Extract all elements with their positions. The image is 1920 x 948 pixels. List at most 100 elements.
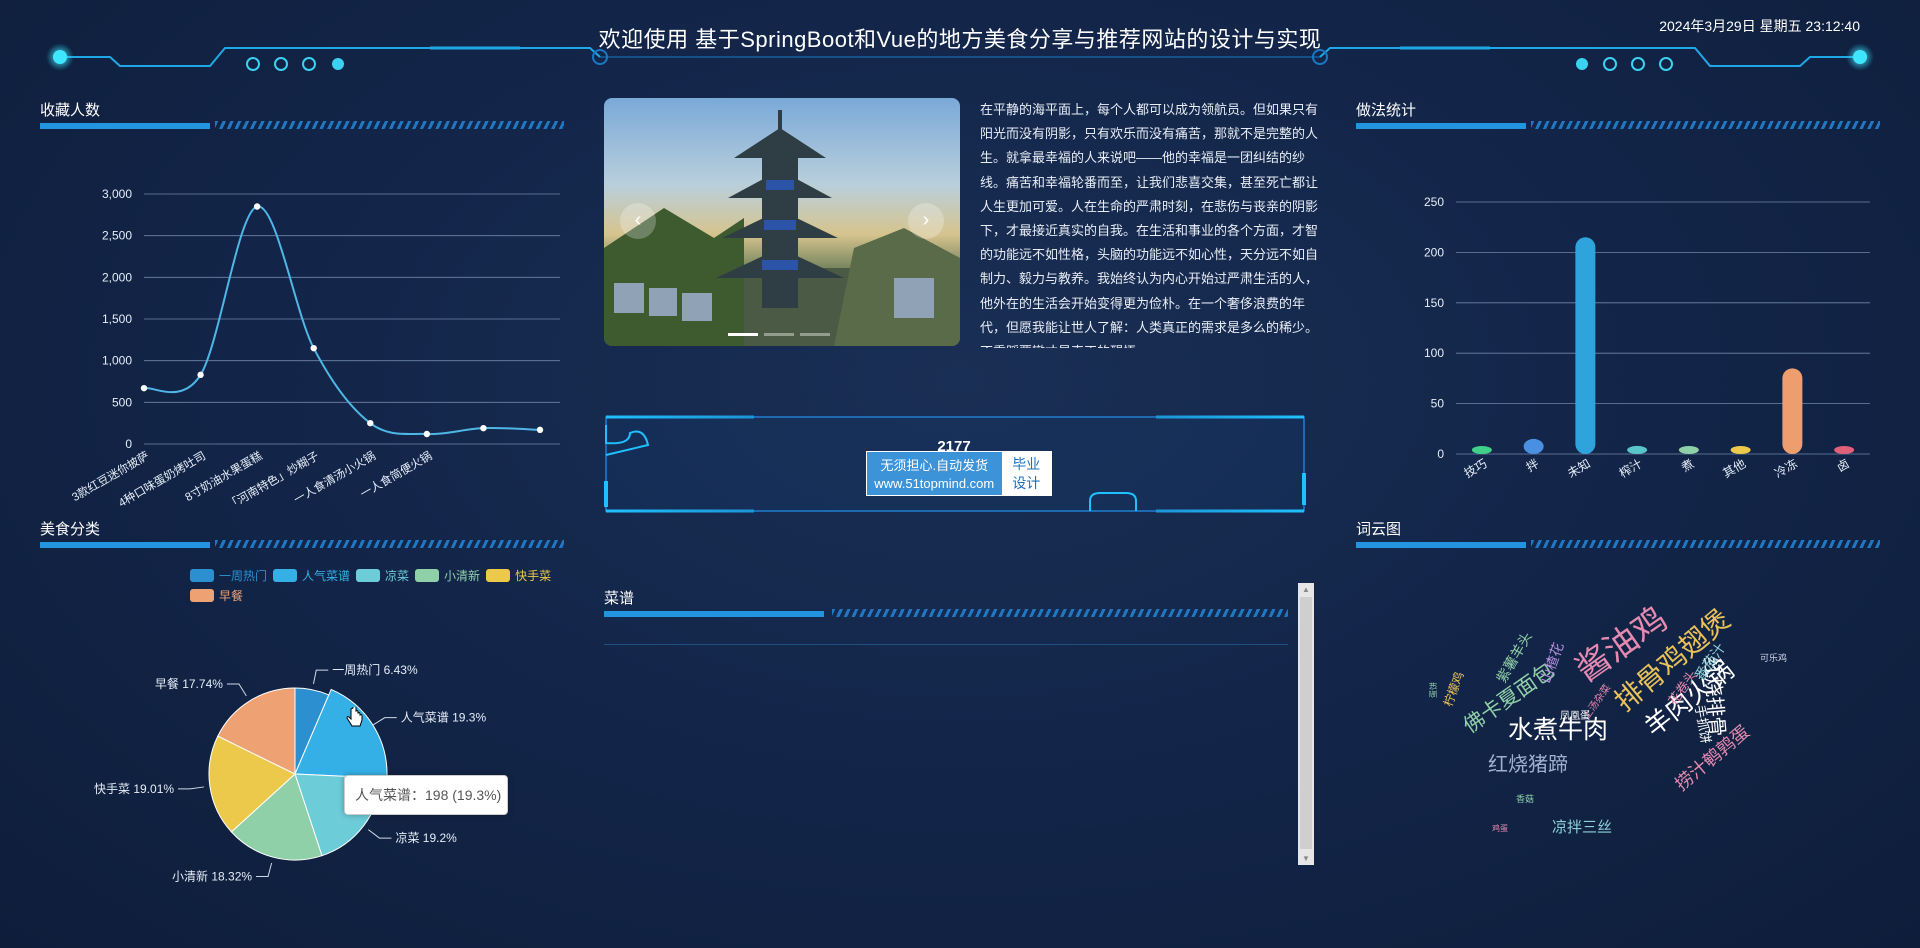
- legend-label: 快手菜: [515, 568, 552, 583]
- x-tick-label: 榨汁: [1616, 456, 1644, 480]
- bar[interactable]: [1782, 368, 1803, 454]
- bar[interactable]: [1575, 237, 1596, 454]
- data-point[interactable]: [480, 424, 487, 432]
- legend-item[interactable]: 人气菜谱: [273, 566, 350, 584]
- bar[interactable]: [1678, 446, 1699, 454]
- carousel-dot-3[interactable]: [800, 333, 830, 336]
- ad-line1: 无须担心.自动发货: [880, 458, 989, 473]
- pie-label: 人气菜谱 19.3%: [401, 710, 487, 725]
- data-point[interactable]: [253, 203, 261, 210]
- method-title-line: [1356, 121, 1880, 129]
- pie-tooltip: 人气菜谱：198 (19.3%): [344, 775, 508, 815]
- word-cloud-word[interactable]: 鸡蛋: [1492, 825, 1508, 833]
- method-title: 做法统计: [1356, 102, 1417, 119]
- scroll-down-icon[interactable]: ▼: [1302, 854, 1310, 863]
- pie-label: 凉菜 19.2%: [395, 830, 457, 845]
- y-tick-label: 200: [1424, 245, 1444, 259]
- pie-label-line: [312, 669, 329, 684]
- series-line: [143, 205, 541, 436]
- category-title: 美食分类: [40, 521, 101, 538]
- y-tick-label: 250: [1424, 195, 1444, 209]
- pie-label-line: [367, 829, 392, 839]
- legend-swatch: [356, 568, 381, 582]
- datetime: 2024年3月29日 星期五 23:12:40: [1659, 18, 1860, 34]
- category-pie-chart: 一周热门 6.43% 人气菜谱 19.3% 凉菜 19.2% 小清新 18.32% 快手…: [94, 662, 487, 883]
- data-point[interactable]: [140, 384, 148, 392]
- pie-label: 早餐 17.74%: [155, 676, 223, 691]
- y-tick-label: 0: [1437, 447, 1444, 461]
- page-title: 欢迎使用 基于SpringBoot和Vue的地方美食分享与推荐网站的设计与实现: [598, 27, 1322, 52]
- y-tick-label: 2,000: [102, 270, 132, 284]
- carousel-next-button[interactable]: ›: [908, 203, 944, 239]
- word-cloud: 酱油鸡 排骨鸡翅煲 羊肉火锅 水煮牛肉 红烧猪蹄 佛卡夏面包 捞汁鹌鹑蛋 凉拌三丝 红烧排骨 番茄…: [1420, 600, 1820, 850]
- legend-swatch: [273, 568, 298, 582]
- word-cloud-word[interactable]: 凉拌三丝: [1552, 820, 1612, 835]
- x-tick-label: 拌: [1523, 456, 1541, 475]
- y-tick-label: 1,000: [102, 354, 132, 368]
- x-tick-label: 其他: [1720, 456, 1748, 480]
- carousel-prev-button[interactable]: ‹: [620, 203, 656, 239]
- recipe-title-line: [604, 609, 1288, 645]
- x-tick-label: 卤: [1834, 456, 1851, 474]
- recipe-title: 菜谱: [604, 590, 635, 607]
- legend-item[interactable]: 一周热门: [190, 566, 267, 584]
- intro-text: 在平静的海平面上，每个人都可以成为领航员。但如果只有阳光而没有阴影，只有欢乐而没…: [980, 102, 1319, 348]
- bar[interactable]: [1523, 438, 1544, 454]
- word-cloud-word[interactable]: 蛋饼: [1429, 682, 1438, 698]
- word-cloud-word[interactable]: 柠檬鸡: [1441, 670, 1466, 709]
- favorites-title: 收藏人数: [40, 102, 101, 119]
- y-tick-label: 2,500: [102, 229, 132, 243]
- pie-label-line: [226, 683, 247, 697]
- pie-label-line: [372, 717, 397, 726]
- pie-label-line: [256, 862, 273, 878]
- legend-label: 一周热门: [219, 568, 268, 583]
- ad-right1: 毕业: [1012, 456, 1041, 472]
- data-point[interactable]: [367, 419, 374, 427]
- legend-label: 早餐: [219, 589, 244, 603]
- word-cloud-word[interactable]: 可乐鸡: [1760, 654, 1787, 663]
- pie-label: 快手菜 19.01%: [94, 782, 174, 796]
- image-carousel[interactable]: ‹ ›: [604, 98, 960, 346]
- x-tick-label: 技巧: [1462, 456, 1490, 480]
- legend-item[interactable]: 快手菜: [486, 566, 551, 584]
- recipe-scrollbar[interactable]: ▲ ▼: [1298, 583, 1314, 865]
- data-point[interactable]: [310, 344, 317, 352]
- carousel-dot-2[interactable]: [764, 333, 794, 336]
- data-point[interactable]: [423, 430, 431, 438]
- pie-label-line: [178, 786, 204, 790]
- legend-label: 凉菜: [385, 568, 410, 583]
- pie-legend: 一周热门 人气菜谱 凉菜 小清新 快手菜早餐: [190, 566, 570, 607]
- bar[interactable]: [1471, 446, 1492, 454]
- word-cloud-word[interactable]: 山楂花: [1537, 640, 1566, 685]
- scroll-thumb[interactable]: [1300, 597, 1312, 849]
- data-point[interactable]: [197, 371, 204, 379]
- legend-item[interactable]: 凉菜: [356, 566, 409, 584]
- legend-swatch: [190, 568, 214, 582]
- word-cloud-word[interactable]: 水煮牛肉: [1508, 718, 1608, 743]
- bar[interactable]: [1834, 446, 1855, 454]
- ad-line2: www.51topmind.com: [874, 476, 995, 491]
- scroll-up-icon[interactable]: ▲: [1302, 585, 1310, 594]
- pagoda-image: [604, 110, 960, 346]
- legend-label: 小清新: [444, 568, 481, 583]
- cursor-hand-icon: [346, 707, 363, 727]
- legend-swatch: [190, 589, 214, 602]
- legend-swatch: [486, 568, 511, 582]
- pie-label: 一周热门 6.43%: [332, 662, 418, 677]
- watermark-ad: 无须担心.自动发货 www.51topmind.com 毕业 设计: [866, 451, 1052, 496]
- y-tick-label: 3,000: [102, 187, 132, 201]
- method-bar-chart: 0 50 100 150 200 250 技巧 拌 未知 榨汁 煮 其他 冷冻 卤: [1424, 195, 1870, 480]
- word-cloud-word[interactable]: 红烧猪蹄: [1488, 755, 1568, 775]
- wordcloud-title-line: [1356, 540, 1880, 548]
- legend-item[interactable]: 早餐: [190, 587, 243, 605]
- word-cloud-word[interactable]: 凤凰蛋: [1560, 712, 1590, 722]
- ad-right2: 设计: [1012, 475, 1041, 491]
- data-point[interactable]: [536, 426, 544, 434]
- bar[interactable]: [1627, 445, 1648, 454]
- carousel-dot-1[interactable]: [728, 333, 758, 336]
- word-cloud-word[interactable]: 香菇: [1516, 795, 1534, 804]
- legend-item[interactable]: 小清新: [415, 566, 480, 584]
- y-tick-label: 150: [1424, 296, 1444, 310]
- y-tick-label: 500: [112, 395, 132, 409]
- bar[interactable]: [1730, 446, 1751, 454]
